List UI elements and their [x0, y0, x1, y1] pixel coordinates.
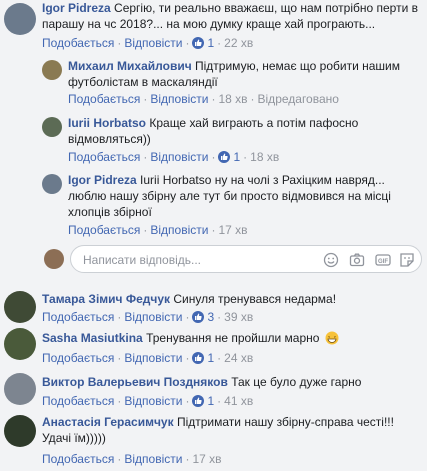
comment-body: Sasha Masiutkina Тренування не пройшли м…	[42, 330, 422, 349]
comment-time[interactable]: 22 хв	[224, 36, 253, 50]
comment-actions: Подобається · Відповісти · 18 хв · Відредагова…	[68, 92, 339, 106]
comment-body: Анастасія Герасимчук Підтримати нашу збі…	[42, 414, 422, 446]
comment-text-line2: відмовляться))	[68, 132, 151, 146]
comment-text-line2: Удачі їм)))))	[42, 431, 106, 445]
comment-text: Так це було дуже гарно	[231, 375, 362, 389]
svg-text:GIF: GIF	[378, 259, 388, 265]
comment-time[interactable]: 41 хв	[224, 394, 253, 408]
like-link[interactable]: Подобається	[42, 310, 114, 324]
comment-actions: Подобається · Відповісти · 1 · 18 хв	[68, 150, 280, 164]
edited-label[interactable]: Відредаговано	[258, 92, 339, 106]
comment-author[interactable]: Igor Pidreza	[42, 1, 111, 15]
like-link[interactable]: Подобається	[68, 223, 140, 237]
comment-text: Сергію, ти реально вважаєш, що нам потрі…	[114, 1, 418, 15]
comment-body: Виктор Валерьевич Поздняков Так це було …	[42, 374, 422, 390]
comment-author[interactable]: Igor Pidreza	[68, 173, 137, 187]
comment-author[interactable]: Iurii Horbatso	[68, 116, 146, 130]
comment-time[interactable]: 24 хв	[224, 351, 253, 365]
grinning-emoji-icon	[325, 331, 339, 349]
avatar[interactable]	[4, 328, 36, 360]
like-count[interactable]: 1	[207, 394, 214, 408]
my-avatar	[44, 249, 64, 269]
gif-icon[interactable]: GIF	[375, 252, 391, 268]
comment-text-line3: хлопців збірної	[68, 205, 152, 219]
reply-link[interactable]: Відповісти	[124, 452, 182, 466]
comment-actions: Подобається · Відповісти · 1 · 22 хв	[42, 36, 254, 50]
reply-body: Михаил Михайлович Підтримую, немає що ро…	[68, 58, 418, 90]
comment-text-line2: люблю нашу збірну але тут би просто відм…	[68, 189, 391, 203]
comment-actions: Подобається · Відповісти · 1 · 41 хв	[42, 394, 254, 408]
like-count[interactable]: 3	[207, 310, 214, 324]
reply-link[interactable]: Відповісти	[124, 351, 182, 365]
comment-actions: Подобається · Відповісти · 1 · 24 хв	[42, 351, 254, 365]
comment-author[interactable]: Тамара Зімич Федчук	[42, 292, 170, 306]
reply-body: Igor Pidreza Iurii Horbatso ну на чолі з…	[68, 172, 423, 220]
comment-time[interactable]: 18 хв	[218, 92, 247, 106]
avatar[interactable]	[42, 60, 62, 80]
like-icon	[192, 37, 205, 49]
like-link[interactable]: Подобається	[42, 36, 114, 50]
reply-link[interactable]: Відповісти	[124, 394, 182, 408]
reply-input[interactable]: Написати відповідь... GIF	[70, 245, 422, 273]
like-link[interactable]: Подобається	[42, 452, 114, 466]
like-count[interactable]: 1	[233, 150, 240, 164]
comment-body: Тамара Зімич Федчук Синуля тренувався не…	[42, 291, 422, 307]
mentioned-user: Iurii Horbatso ну на чолі з Рахіцким нав…	[140, 173, 385, 187]
comment-text: Синуля тренувався недарма!	[173, 292, 337, 306]
comment-author[interactable]: Sasha Masiutkina	[42, 331, 143, 345]
comment-text-line2: футболістам в маскаляндії	[68, 75, 218, 89]
avatar[interactable]	[4, 3, 36, 35]
reply-link[interactable]: Відповісти	[124, 36, 182, 50]
avatar[interactable]	[42, 117, 62, 137]
reply-body: Iurii Horbatso Краще хай виграють а поті…	[68, 115, 418, 147]
comment-actions: Подобається · Відповісти · 3 · 39 хв	[42, 310, 254, 324]
emoji-icon[interactable]	[323, 252, 339, 268]
like-icon	[218, 151, 231, 163]
like-link[interactable]: Подобається	[42, 351, 114, 365]
like-link[interactable]: Подобається	[42, 394, 114, 408]
comment-author[interactable]: Михаил Михайлович	[68, 59, 192, 73]
like-link[interactable]: Подобається	[68, 92, 140, 106]
camera-icon[interactable]	[349, 252, 365, 268]
comment-body: Igor Pidreza Сергію, ти реально вважаєш,…	[42, 0, 422, 32]
reply-link[interactable]: Відповісти	[150, 150, 208, 164]
comment-text-line2: парашу на чс 2018?... на мою думку краще…	[42, 17, 376, 31]
avatar[interactable]	[4, 373, 36, 405]
like-count[interactable]: 1	[207, 351, 214, 365]
reply-link[interactable]: Відповісти	[150, 92, 208, 106]
comment-actions: Подобається · Відповісти · 17 хв	[42, 452, 222, 466]
comment-actions: Подобається · Відповісти · 17 хв	[68, 223, 248, 237]
like-count[interactable]: 1	[207, 36, 214, 50]
comment-time[interactable]: 18 хв	[250, 150, 279, 164]
avatar[interactable]	[4, 415, 36, 447]
like-link[interactable]: Подобається	[68, 150, 140, 164]
reply-link[interactable]: Відповісти	[150, 223, 208, 237]
reply-placeholder: Написати відповідь...	[83, 253, 201, 267]
reply-link[interactable]: Відповісти	[124, 310, 182, 324]
comment-author[interactable]: Анастасія Герасимчук	[42, 415, 174, 429]
like-icon	[192, 311, 205, 323]
comment-time[interactable]: 17 хв	[192, 452, 221, 466]
comment-text: Краще хай виграють а потім пафосно	[149, 116, 359, 130]
comment-author[interactable]: Виктор Валерьевич Поздняков	[42, 375, 228, 389]
avatar[interactable]	[4, 291, 36, 323]
sticker-icon[interactable]	[399, 252, 415, 268]
comment-text: Підтримую, немає що робити нашим	[195, 59, 400, 73]
comment-text: Тренування не пройшли марно	[146, 331, 320, 345]
like-icon	[192, 352, 205, 364]
avatar[interactable]	[42, 174, 62, 194]
like-icon	[192, 395, 205, 407]
comment-time[interactable]: 39 хв	[224, 310, 253, 324]
comment-time[interactable]: 17 хв	[218, 223, 247, 237]
comment-text: Підтримати нашу збірну-справа честі!!!	[176, 415, 394, 429]
